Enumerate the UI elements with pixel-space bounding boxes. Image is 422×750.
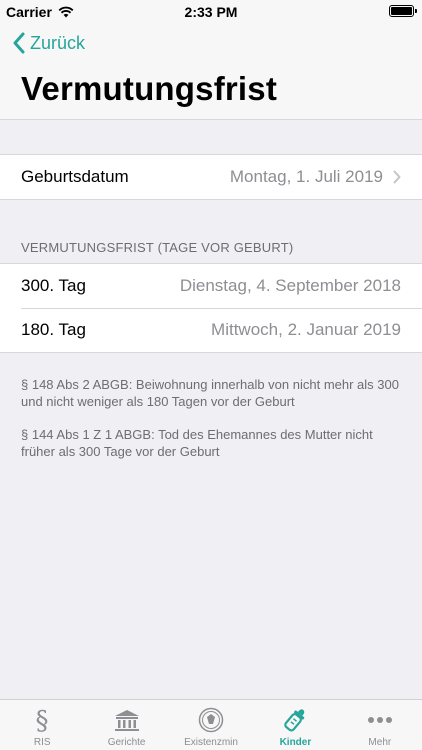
more-icon	[366, 706, 394, 734]
birth-date-group: Geburtsdatum Montag, 1. Juli 2019	[0, 154, 422, 200]
tab-label: Mehr	[368, 737, 392, 748]
tab-label: Kinder	[279, 737, 312, 748]
section-header: VERMUTUNGSFRIST (TAGE VOR GEBURT)	[21, 240, 294, 255]
deadline-label: 180. Tag	[21, 320, 86, 339]
svg-text:§: §	[36, 706, 49, 734]
deadline-value: Mittwoch, 2. Januar 2019	[211, 320, 401, 339]
baby-bottle-icon	[281, 706, 309, 734]
page-title: Vermutungsfrist	[21, 70, 278, 107]
deadline-label: 300. Tag	[21, 276, 86, 295]
note-148: § 148 Abs 2 ABGB: Beiwohnung innerhalb v…	[21, 377, 399, 409]
back-button[interactable]: Zurück	[12, 30, 85, 56]
status-time: 2:33 PM	[184, 4, 238, 20]
tab-label: Existenzmin	[184, 737, 238, 748]
navigation-area: Carrier 2:33 PM Zurück Vermutungsfrist	[0, 0, 422, 120]
chevron-left-icon	[13, 32, 25, 54]
tab-label: Gerichte	[107, 737, 146, 748]
deadline-row-300: 300. Tag Dienstag, 4. September 2018	[0, 264, 422, 308]
tab-ris[interactable]: § RIS	[0, 700, 84, 750]
deadline-group: 300. Tag Dienstag, 4. September 2018 180…	[0, 263, 422, 353]
tab-existenzmin[interactable]: Existenzmin	[169, 700, 253, 750]
deadline-row-180: 180. Tag Mittwoch, 2. Januar 2019	[0, 308, 422, 352]
deadline-value: Dienstag, 4. September 2018	[179, 276, 401, 295]
birth-date-value: Montag, 1. Juli 2019	[229, 167, 383, 186]
birth-date-label: Geburtsdatum	[21, 167, 129, 186]
coin-icon	[197, 706, 225, 734]
tab-label: RIS	[33, 737, 51, 748]
paragraph-icon: §	[28, 706, 56, 734]
tab-mehr[interactable]: Mehr	[338, 700, 422, 750]
tab-bar: § RIS Gerichte Existenzmin Kinder Mehr	[0, 699, 422, 750]
battery-icon	[389, 5, 417, 17]
back-label: Zurück	[30, 32, 86, 53]
tab-kinder[interactable]: Kinder	[253, 700, 337, 750]
birth-date-row[interactable]: Geburtsdatum Montag, 1. Juli 2019	[0, 155, 422, 199]
status-bar: Carrier 2:33 PM	[0, 0, 422, 22]
tab-gerichte[interactable]: Gerichte	[84, 700, 168, 750]
chevron-right-icon	[393, 170, 401, 184]
courthouse-icon	[113, 706, 141, 734]
note-144: § 144 Abs 1 Z 1 ABGB: Tod des Ehemannes …	[21, 427, 373, 459]
